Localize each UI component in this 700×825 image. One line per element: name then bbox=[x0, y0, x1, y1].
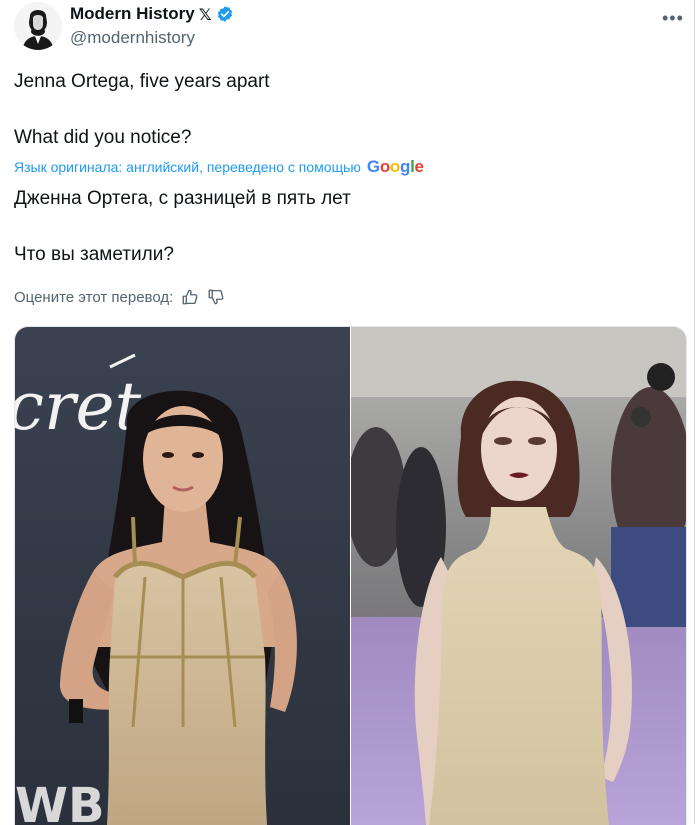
photo-left[interactable]: cret WB bbox=[15, 327, 350, 825]
backdrop-sponsor-text: WB bbox=[15, 778, 105, 825]
backdrop-logo-text: cret bbox=[15, 368, 142, 445]
more-icon[interactable]: ••• bbox=[662, 8, 684, 29]
avatar-portrait-icon bbox=[14, 2, 62, 50]
rate-translation-label: Оцените этот перевод: bbox=[14, 288, 174, 306]
translated-text-line1: Дженна Ортега, с разницей в пять лет bbox=[14, 188, 351, 209]
column-border bbox=[694, 0, 695, 824]
tweet-text-line2: What did you notice? bbox=[14, 127, 192, 148]
photo-left-image: cret WB bbox=[15, 327, 350, 825]
thumbs-up-icon[interactable] bbox=[181, 288, 199, 306]
photo-right-image bbox=[346, 327, 686, 825]
photo-right[interactable] bbox=[346, 327, 686, 825]
thumbs-down-icon[interactable] bbox=[207, 288, 225, 306]
rate-translation-row: Оцените этот перевод: bbox=[14, 288, 225, 306]
translation-notice[interactable]: Язык оригинала: английский, переведено с… bbox=[14, 157, 424, 177]
media-attachment[interactable]: cret WB bbox=[14, 326, 687, 825]
verified-icon bbox=[217, 6, 232, 22]
translated-text-line2: Что вы заметили? bbox=[14, 244, 174, 265]
tweet-text-line1: Jenna Ortega, five years apart bbox=[14, 71, 270, 92]
x-badge-icon: 𝕏 bbox=[198, 4, 212, 24]
avatar[interactable] bbox=[14, 2, 62, 50]
google-logo: Google bbox=[366, 157, 424, 176]
author-handle[interactable]: @modernhistory bbox=[70, 28, 195, 48]
tweet: Modern History 𝕏 @modernhistory ••• Jenn… bbox=[0, 0, 700, 825]
author-name-row: Modern History 𝕏 bbox=[70, 4, 234, 24]
author-display-name[interactable]: Modern History bbox=[70, 4, 195, 24]
translation-notice-text: Язык оригинала: английский, переведено с… bbox=[14, 159, 361, 175]
